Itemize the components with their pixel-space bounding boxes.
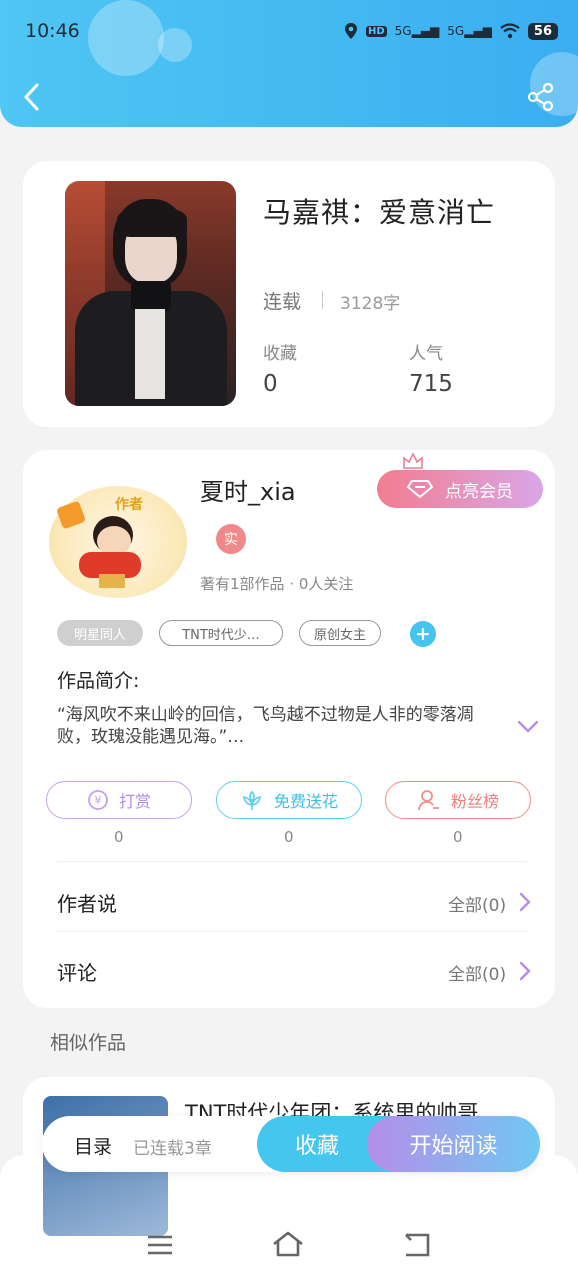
menu-icon[interactable] [147,1234,173,1256]
member-button[interactable]: 点亮会员 [377,470,543,508]
location-icon [344,23,357,39]
reward-label: 打赏 [118,792,151,811]
author-stats: 著有1部作品 · 0人关注 [200,575,354,593]
verified-badge: 实 [216,524,246,554]
svg-text:¥: ¥ [94,794,101,807]
word-count: 3128字 [340,294,401,314]
add-tag-button[interactable]: + [410,621,436,647]
tag-chip[interactable]: 明星同人 [57,620,143,646]
diamond-icon [407,480,433,499]
free-flower-count: 0 [284,828,294,846]
divider [57,861,527,862]
chevron-right-icon [519,961,531,981]
status-time: 10:46 [25,20,80,42]
reward-button[interactable]: ¥ 打赏 [46,781,192,819]
intro-text: “海风吹不来山岭的回信，飞鸟越不过物是人非的零落凋败，玫瑰没能遇见海。”… [57,705,474,747]
author-says-count: 全部(0) [448,896,507,916]
comments-count: 全部(0) [448,965,507,985]
tag-chip[interactable]: 原创女主 [299,620,381,646]
reward-count: 0 [114,828,124,846]
author-detail-card: 作者 夏时_xia 实 著有1部作品 · 0人关注 点亮会员 明星同人 TNT时… [23,450,555,1008]
share-icon[interactable] [526,82,556,112]
book-info-card: 马嘉祺：爱意消亡 连载 3128字 收藏 0 人气 715 [23,161,555,427]
intro-label: 作品简介: [57,670,140,692]
hd-icon: HD [365,25,387,37]
similar-works-heading: 相似作品 [50,1032,127,1054]
toc-button[interactable]: 目录 [74,1132,112,1159]
chevron-right-icon [519,892,531,912]
author-avatar[interactable]: 作者 [49,486,187,598]
coin-icon: ¥ [88,790,108,810]
signal-5g-icon: 5G▂▄▆ [394,24,440,38]
battery-icon: 56 [527,22,558,40]
back-nav-icon[interactable] [402,1232,432,1258]
book-status: 连载 [263,291,302,313]
user-icon [418,790,439,811]
free-flower-label: 免费送花 [273,792,338,811]
signal-5g-icon: 5G▂▄▆ [447,24,492,38]
popularity-value: 715 [409,371,453,397]
tag-chip[interactable]: TNT时代少… [159,620,283,646]
fans-count: 0 [453,828,463,846]
favorites-value: 0 [263,371,278,397]
wifi-icon [500,23,520,39]
divider [322,291,323,309]
fans-ranking-button[interactable]: 粉丝榜 [385,781,531,819]
favorites-label: 收藏 [263,344,297,364]
book-title: 马嘉祺：爱意消亡 [263,196,496,229]
free-flower-button[interactable]: 免费送花 [216,781,362,819]
bottom-action-bar: 目录 已连载3章 收藏 开始阅读 [42,1116,540,1172]
flower-icon [243,790,261,810]
decor-bubble [88,0,164,76]
divider [57,931,527,932]
chevron-down-icon[interactable] [517,720,539,734]
home-icon[interactable] [272,1230,304,1258]
member-button-label: 点亮会员 [445,481,513,502]
back-icon[interactable] [22,82,42,112]
author-says-label: 作者说 [57,892,117,916]
start-reading-button[interactable]: 开始阅读 [367,1116,540,1172]
status-bar-icons: HD 5G▂▄▆ 5G▂▄▆ 56 [344,22,558,40]
top-header: 10:46 HD 5G▂▄▆ 5G▂▄▆ 56 [0,0,578,127]
popularity-label: 人气 [409,344,443,364]
decor-bubble [158,28,192,62]
fans-ranking-label: 粉丝榜 [450,792,499,811]
author-name[interactable]: 夏时_xia [200,472,296,507]
book-cover[interactable] [65,181,236,406]
comments-label: 评论 [57,961,97,985]
crown-icon [403,452,423,469]
chapter-count: 已连载3章 [133,1139,212,1159]
